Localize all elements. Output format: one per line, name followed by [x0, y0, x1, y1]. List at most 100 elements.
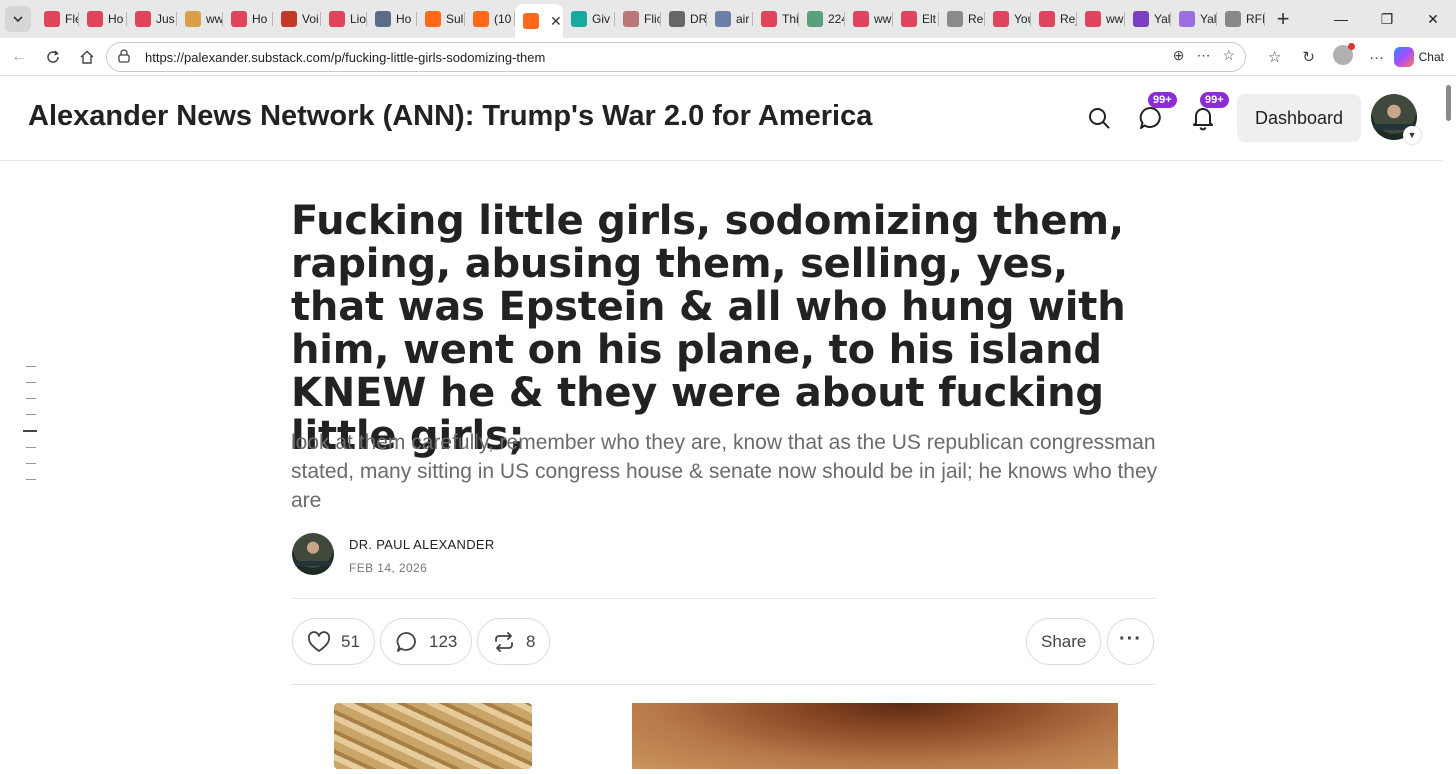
favorites-icon[interactable]: ☆ [1258, 48, 1292, 66]
url-field[interactable]: https://palexander.substack.com/p/fuckin… [106, 42, 1246, 72]
tab-favicon-icon [87, 11, 103, 27]
tab-label: ww [874, 12, 892, 26]
home-icon[interactable] [70, 40, 104, 74]
tab[interactable]: Thi [753, 4, 799, 34]
site-title[interactable]: Alexander News Network (ANN): Trump's Wa… [28, 100, 872, 133]
window-controls: — ❐ ✕ [1318, 0, 1456, 38]
tab-favicon-icon [425, 11, 441, 27]
tab[interactable]: Elt [893, 4, 939, 34]
more-tools-icon[interactable]: ⋯ [1196, 47, 1210, 64]
tab-favicon-icon [185, 11, 201, 27]
tab-label: Lio [350, 12, 367, 26]
tab[interactable]: Ho [223, 4, 273, 34]
ellipsis-icon: ··· [1119, 627, 1142, 650]
toc-mark[interactable] [26, 479, 36, 480]
author-avatar[interactable] [292, 533, 334, 575]
tab[interactable]: RFI [1217, 4, 1265, 34]
back-icon[interactable]: ← [2, 40, 36, 74]
tab-favicon-icon [571, 11, 587, 27]
close-tab-icon[interactable]: ✕ [550, 13, 562, 30]
comment-button[interactable]: 123 [380, 618, 473, 665]
tab[interactable]: Yal [1171, 4, 1217, 34]
tab-favicon-icon [669, 11, 685, 27]
dashboard-button[interactable]: Dashboard [1237, 94, 1361, 142]
restore-icon[interactable]: ❐ [1364, 0, 1410, 38]
zoom-icon[interactable]: ⊕ [1173, 47, 1185, 64]
scrollbar-thumb[interactable] [1446, 85, 1451, 121]
share-button[interactable]: Share [1026, 618, 1102, 665]
tab[interactable]: air [707, 4, 753, 34]
post-image [632, 703, 1118, 769]
comment-count: 123 [429, 631, 458, 651]
profile-icon[interactable] [1326, 43, 1360, 69]
tab-label: Rej [1060, 12, 1077, 26]
tab-favicon-icon [1085, 11, 1101, 27]
tab-label: ww [1106, 12, 1124, 26]
tab[interactable]: ww [177, 4, 223, 34]
heart-icon [307, 630, 331, 652]
site-info-icon[interactable] [117, 48, 135, 66]
tab-favicon-icon [901, 11, 917, 27]
tab[interactable]: Jus [127, 4, 177, 34]
copilot-button[interactable]: Chat [1393, 47, 1456, 67]
tab[interactable]: Rej [1031, 4, 1077, 34]
new-tab-button[interactable]: + [1265, 6, 1301, 32]
restack-icon [495, 631, 513, 652]
tab[interactable]: ww [1077, 4, 1125, 34]
tab[interactable]: Ho [367, 4, 417, 34]
tab[interactable]: Fle [36, 4, 79, 34]
tab-favicon-icon [853, 11, 869, 27]
tab[interactable]: (10 [465, 4, 515, 34]
toc-mark[interactable] [26, 463, 36, 464]
tab-label: DR [690, 12, 707, 26]
toc-mark[interactable] [26, 366, 36, 367]
chevron-down-icon [5, 6, 31, 32]
like-button[interactable]: 51 [292, 618, 375, 665]
toc-mark-active[interactable] [23, 430, 37, 432]
tab-favicon-icon [993, 11, 1009, 27]
tab[interactable]: Voi [273, 4, 321, 34]
toc-mark[interactable] [26, 414, 36, 415]
tab[interactable]: Yal [1125, 4, 1171, 34]
tab-label: You [1014, 12, 1031, 26]
toc-mark[interactable] [26, 398, 36, 399]
tab-favicon-icon [1039, 11, 1055, 27]
tab-search-button[interactable] [0, 0, 36, 38]
tab[interactable]: Ho [79, 4, 127, 34]
favorite-star-icon[interactable]: ☆ [1222, 47, 1235, 64]
refresh-icon[interactable] [36, 40, 70, 74]
tab-active[interactable]: ✕ [515, 4, 563, 38]
toc-mark[interactable] [26, 447, 36, 448]
tab[interactable]: Lio [321, 4, 367, 34]
restack-button[interactable]: 8 [477, 618, 551, 665]
tab[interactable]: Re [939, 4, 985, 34]
tab-label: (10 [494, 12, 512, 26]
minimize-icon[interactable]: — [1318, 0, 1364, 38]
tab-label: ww [206, 12, 223, 26]
tab-label: Ho [396, 12, 412, 26]
tab-favicon-icon [329, 11, 345, 27]
search-icon[interactable] [1084, 103, 1114, 133]
toc-mark[interactable] [26, 382, 36, 383]
page-scrollbar[interactable] [1442, 77, 1456, 774]
tab-label: air [736, 12, 750, 26]
tab[interactable]: ww [845, 4, 893, 34]
table-of-contents[interactable] [23, 366, 37, 495]
tab[interactable]: Giv [563, 4, 615, 34]
author-name[interactable]: DR. PAUL ALEXANDER [349, 537, 495, 552]
tab-label: RFI [1246, 12, 1265, 26]
tab-label: Thi [782, 12, 799, 26]
tab[interactable]: DR [661, 4, 707, 34]
tab-label: Sul [446, 12, 464, 26]
tab[interactable]: Flic [615, 4, 661, 34]
restack-count: 8 [526, 631, 536, 651]
more-options-button[interactable]: ··· [1107, 618, 1154, 665]
tab[interactable]: You [985, 4, 1031, 34]
close-window-icon[interactable]: ✕ [1410, 0, 1456, 38]
tab[interactable]: Sul [417, 4, 465, 34]
tab-favicon-icon [1133, 11, 1149, 27]
history-icon[interactable]: ↻ [1292, 48, 1326, 66]
more-menu-icon[interactable]: ··· [1360, 49, 1394, 66]
avatar-caret-icon[interactable]: ▼ [1403, 126, 1421, 144]
tab[interactable]: 224 [799, 4, 845, 34]
